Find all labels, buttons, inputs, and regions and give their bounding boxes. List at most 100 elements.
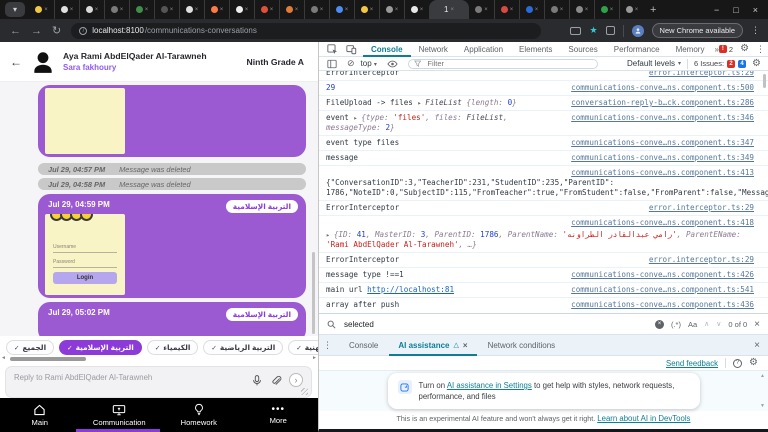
match-case-toggle[interactable]: Aa	[688, 320, 697, 329]
attached-image[interactable]	[45, 88, 125, 154]
devtools-tab-network[interactable]: Network	[411, 42, 456, 57]
textarea-resize-grip[interactable]	[301, 388, 308, 395]
tab-close-icon[interactable]: ×	[44, 7, 48, 13]
tab-close-icon[interactable]: ×	[395, 7, 399, 13]
filter-chip[interactable]: التربية الرياضية✓	[203, 340, 283, 355]
search-previous-icon[interactable]: ∧	[704, 320, 709, 328]
device-toolbar-icon[interactable]	[346, 44, 357, 55]
bookmark-star-icon[interactable]: ★	[589, 25, 597, 36]
scroll-right-arrow-icon[interactable]: ►	[312, 355, 317, 361]
browser-tab[interactable]: ×	[594, 0, 619, 19]
close-search-icon[interactable]: ×	[754, 319, 760, 330]
ai-settings-icon[interactable]: ⚙	[749, 358, 758, 368]
nav-item-homework[interactable]: Homework	[159, 398, 239, 432]
nav-item-communication[interactable]: Communication	[80, 398, 160, 432]
browser-tab[interactable]: ×	[79, 0, 104, 19]
browser-tab[interactable]: ×	[254, 0, 279, 19]
console-source-link[interactable]: communications-conve…ns.component.ts:436	[571, 300, 754, 310]
console-source-link[interactable]: communications-conve…ns.component.ts:500	[571, 83, 754, 93]
log-levels-selector[interactable]: Default levels ▾	[627, 59, 681, 68]
devtools-tab-memory[interactable]: Memory	[668, 42, 713, 57]
tab-close-icon[interactable]: ×	[610, 7, 614, 13]
filter-input[interactable]	[425, 58, 592, 69]
tab-close-icon[interactable]: ×	[145, 7, 149, 13]
devtools-settings-icon[interactable]: ⚙	[740, 44, 749, 54]
message-bubble[interactable]: Jul 29, 05:02 PM التربية الإسلامية	[38, 302, 306, 336]
profile-avatar[interactable]	[632, 25, 644, 37]
console-filter-input[interactable]	[408, 59, 598, 69]
close-tab-icon[interactable]: ×	[463, 341, 468, 350]
window-maximize-button[interactable]: □	[733, 5, 738, 15]
contact-subname[interactable]: Sara fakhoury	[63, 63, 207, 72]
devtools-menu-icon[interactable]: ⋮	[756, 44, 765, 55]
drawer-tab-ai-assistance[interactable]: AI assistance △ ×	[389, 335, 476, 356]
devtools-tab-elements[interactable]: Elements	[511, 42, 560, 57]
close-drawer-icon[interactable]: ×	[754, 340, 760, 351]
browser-tab[interactable]: ×	[204, 0, 229, 19]
browser-tab[interactable]: ×	[229, 0, 254, 19]
tab-close-icon[interactable]: ×	[170, 7, 174, 13]
browser-tab[interactable]: ×	[29, 0, 54, 19]
browser-tab[interactable]: ×	[619, 0, 644, 19]
browser-tab[interactable]: ×	[379, 0, 404, 19]
console-messages[interactable]: error.interceptor.ts:29ErrorInterceptorc…	[319, 71, 768, 313]
tab-close-icon[interactable]: ×	[70, 7, 74, 13]
browser-tab[interactable]: ×	[494, 0, 519, 19]
browser-tab[interactable]: ×	[569, 0, 594, 19]
inspect-element-icon[interactable]	[327, 44, 338, 55]
issues-counter[interactable]: 6 Issues: 2 4	[694, 59, 746, 68]
console-source-link[interactable]: error.interceptor.ts:29	[649, 203, 754, 213]
browser-tab[interactable]: ×	[154, 0, 179, 19]
reply-input[interactable]: Reply to Rami AbdElQader Al-Tarawneh ›	[5, 366, 312, 398]
paperclip-icon[interactable]	[270, 374, 282, 387]
nav-item-more[interactable]: ••• More	[239, 398, 319, 432]
context-selector[interactable]: top ▾	[361, 59, 377, 68]
tab-close-icon[interactable]: ×	[635, 7, 639, 13]
console-source-link[interactable]: communications-conve…ns.component.ts:349	[571, 153, 754, 163]
browser-tab[interactable]: ×	[304, 0, 329, 19]
console-source-link[interactable]: communications-conve…ns.component.ts:347	[571, 138, 754, 148]
send-button[interactable]: ›	[289, 373, 303, 387]
drawer-tab-network-conditions[interactable]: Network conditions	[479, 335, 565, 356]
tab-capture-icon[interactable]	[570, 27, 581, 35]
search-input[interactable]	[342, 319, 592, 330]
window-minimize-button[interactable]: −	[714, 5, 719, 15]
chips-scroll-thumb[interactable]	[10, 357, 86, 361]
tab-close-icon[interactable]: ×	[535, 7, 539, 13]
devtools-tab-application[interactable]: Application	[456, 42, 511, 57]
app-back-button[interactable]: ←	[10, 55, 22, 69]
error-count-badge[interactable]: ! 2	[719, 45, 733, 54]
filter-chip[interactable]: الكيمياء✓	[147, 340, 199, 355]
browser-tab[interactable]: ×	[129, 0, 154, 19]
tab-close-icon[interactable]: ×	[195, 7, 199, 13]
search-next-icon[interactable]: ∨	[716, 320, 721, 328]
drawer-tab-console[interactable]: Console	[340, 335, 387, 356]
regex-toggle[interactable]: (.*)	[671, 320, 681, 329]
tab-close-icon[interactable]: ×	[220, 7, 224, 13]
console-scrollbar[interactable]	[763, 74, 766, 88]
console-source-link[interactable]: communications-conve…ns.component.ts:346	[571, 113, 754, 123]
tab-close-icon[interactable]: ×	[295, 7, 299, 13]
browser-tab[interactable]: ×	[54, 0, 79, 19]
console-url-link[interactable]: http://localhost:81	[367, 285, 454, 294]
tab-close-icon[interactable]: ×	[345, 7, 349, 13]
console-source-link[interactable]: error.interceptor.ts:29	[649, 71, 754, 78]
devtools-tab-console[interactable]: Console	[363, 42, 411, 57]
devtools-tab-sources[interactable]: Sources	[560, 42, 605, 57]
browser-tab[interactable]: ×	[544, 0, 569, 19]
tab-close-icon[interactable]: ×	[245, 7, 249, 13]
scroll-left-arrow-icon[interactable]: ◄	[1, 355, 6, 361]
message-bubble[interactable]	[38, 85, 306, 157]
extensions-icon[interactable]	[606, 26, 615, 35]
console-source-link[interactable]: communications-conve…ns.component.ts:426	[571, 270, 754, 280]
devtools-tab-performance[interactable]: Performance	[606, 42, 668, 57]
tab-close-icon[interactable]: ×	[95, 7, 99, 13]
live-expression-eye-icon[interactable]	[387, 60, 398, 68]
forward-button[interactable]: →	[31, 25, 42, 37]
browser-tab[interactable]: ×	[329, 0, 354, 19]
tab-close-icon[interactable]: ×	[120, 7, 124, 13]
reload-button[interactable]: ↻	[52, 24, 61, 37]
browser-tab[interactable]: ×	[279, 0, 304, 19]
tab-close-icon[interactable]: ×	[560, 7, 564, 13]
nav-item-main[interactable]: Main	[0, 398, 80, 432]
